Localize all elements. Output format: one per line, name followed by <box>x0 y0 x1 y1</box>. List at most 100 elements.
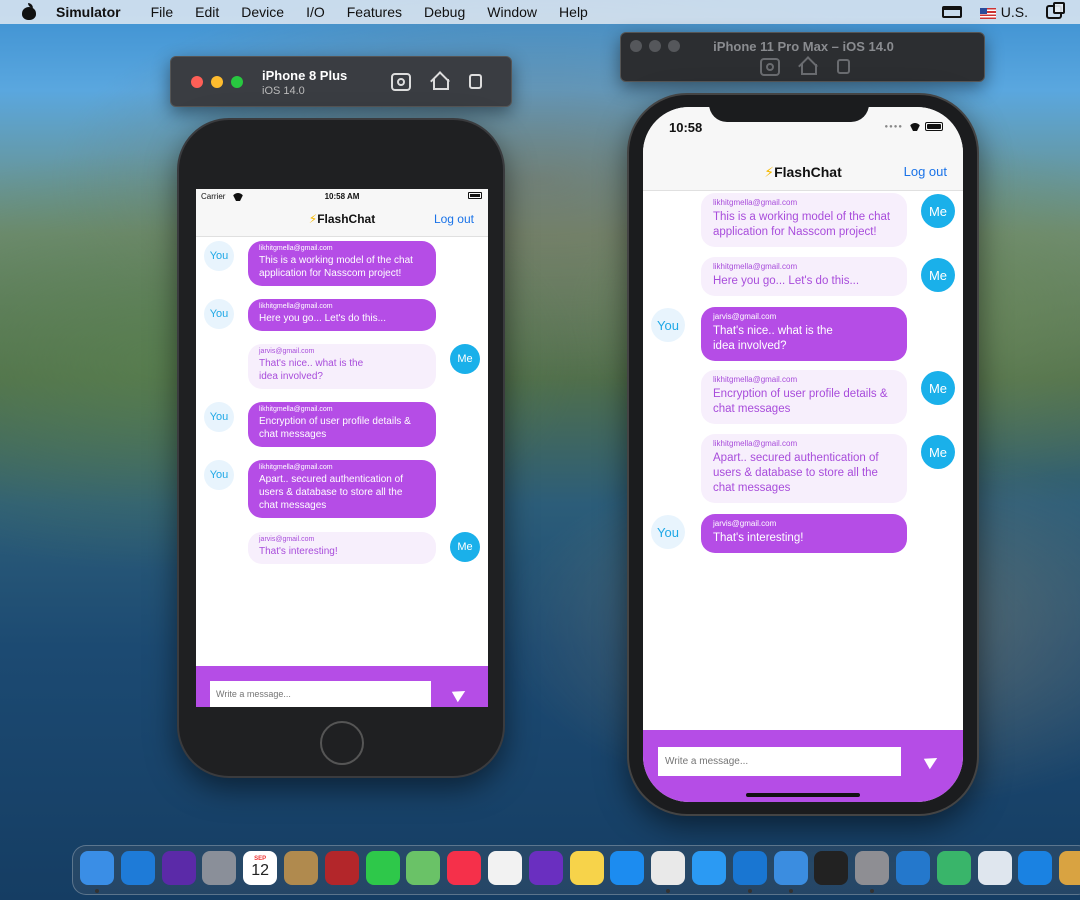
avatar-you: You <box>204 460 234 490</box>
message-text: That's interesting! <box>259 546 338 557</box>
bluetooth-icon[interactable] <box>120 851 155 885</box>
menu-io[interactable]: I/O <box>306 4 325 20</box>
app-store-icon[interactable] <box>610 851 645 885</box>
apple-menu-icon[interactable] <box>22 3 36 20</box>
finder-window-icon[interactable] <box>1059 851 1080 885</box>
nav-bar: ⚡FlashChat Log out <box>196 203 488 237</box>
bolt-icon: ⚡ <box>764 164 775 180</box>
notch <box>709 95 869 122</box>
message-bubble[interactable]: jarvis@gmail.com That's nice.. what is th… <box>248 344 436 389</box>
contacts-icon[interactable] <box>284 851 318 885</box>
safari-icon[interactable] <box>692 851 726 885</box>
message-bubble[interactable]: jarvis@gmail.com That's interesting! <box>248 532 436 564</box>
message-text: Apart.. secured authentication of users … <box>259 474 403 511</box>
menu-extras: U.S. <box>941 0 1080 24</box>
status-time: 10:58 AM <box>324 192 360 201</box>
message-bubble[interactable]: jarvis@gmail.com That's nice.. what is th… <box>701 307 907 361</box>
menu-window[interactable]: Window <box>487 4 537 20</box>
rotate-icon[interactable] <box>469 74 482 89</box>
xcode-beta-icon[interactable] <box>773 851 808 885</box>
control-center-icon[interactable] <box>1046 2 1065 19</box>
app-title-text: FlashChat <box>774 164 842 180</box>
message-text: Apart.. secured authentication of users … <box>713 452 879 494</box>
bolt-icon: ⚡ <box>308 212 318 226</box>
rotate-icon[interactable] <box>837 59 850 74</box>
menu-device[interactable]: Device <box>241 4 284 20</box>
avatar-me: Me <box>921 435 955 469</box>
message-bubble[interactable]: likhitgmella@gmail.com Encryption of user… <box>701 370 907 424</box>
send-icon[interactable] <box>923 752 941 770</box>
input-source-menu[interactable]: U.S. <box>979 4 1028 20</box>
notes-icon[interactable] <box>569 851 604 885</box>
home-icon[interactable] <box>429 71 449 90</box>
menu-file[interactable]: File <box>151 4 174 20</box>
message-bubble[interactable]: likhitgmella@gmail.com Here you go... Let… <box>248 299 436 331</box>
avatar-me: Me <box>921 194 955 228</box>
simulator-device-title: iPhone 11 Pro Max – iOS 14.0 <box>713 39 894 54</box>
imovie-icon[interactable] <box>528 851 563 885</box>
chrome-icon[interactable] <box>651 851 686 885</box>
avatar-you: You <box>204 402 234 432</box>
message-bubble[interactable]: likhitgmella@gmail.com Apart.. secured au… <box>248 460 436 518</box>
message-input[interactable] <box>210 681 431 707</box>
menu-help[interactable]: Help <box>559 4 588 20</box>
menu-edit[interactable]: Edit <box>195 4 219 20</box>
close-window-button[interactable] <box>191 76 203 88</box>
vscode-icon[interactable] <box>896 851 930 885</box>
wifi-icon <box>909 123 921 131</box>
launchpad-icon[interactable] <box>202 851 237 885</box>
calendar-icon[interactable]: SEP 12 <box>243 851 278 885</box>
running-indicator <box>788 889 793 893</box>
photos-icon[interactable] <box>488 851 522 885</box>
message-text: That's nice.. what is the idea involved? <box>259 358 364 382</box>
terminal-icon[interactable] <box>814 851 849 885</box>
message-bubble[interactable]: jarvis@gmail.com That's interesting! <box>701 514 907 553</box>
simulator-toolbar-iphone11[interactable]: iPhone 11 Pro Max – iOS 14.0 <box>620 32 985 82</box>
facetime-icon[interactable] <box>365 851 400 885</box>
iphone11-device-frame: 10:58 ●●●● ⚡FlashChat Log out Me likhitgm… <box>627 93 979 816</box>
logout-button[interactable]: Log out <box>434 212 474 226</box>
message-sender: jarvis@gmail.com <box>259 348 315 355</box>
minimize-window-button[interactable] <box>211 76 223 88</box>
message-sender: likhitgmella@gmail.com <box>259 303 333 310</box>
message-sender: likhitgmella@gmail.com <box>713 198 798 207</box>
message-bubble[interactable]: likhitgmella@gmail.com Encryption of user… <box>248 402 436 447</box>
preview-icon[interactable] <box>977 851 1012 885</box>
status-time: 10:58 <box>669 120 703 135</box>
keynote-icon[interactable] <box>1018 851 1053 885</box>
input-source-label: U.S. <box>1000 4 1028 20</box>
dictionary-icon[interactable] <box>324 851 359 885</box>
message-text: This is a working model of the chat appl… <box>259 255 413 279</box>
home-indicator[interactable] <box>746 793 860 797</box>
avatar-me: Me <box>921 258 955 292</box>
music-icon[interactable] <box>447 851 482 885</box>
system-preferences-icon[interactable] <box>855 851 890 885</box>
home-icon[interactable] <box>797 56 817 75</box>
screenshot-icon[interactable] <box>391 73 411 91</box>
logout-button[interactable]: Log out <box>904 164 947 179</box>
xcode-icon[interactable] <box>732 851 767 885</box>
zoom-window-button[interactable] <box>231 76 243 88</box>
message-bubble[interactable]: likhitgmella@gmail.com This is a working … <box>701 193 907 247</box>
running-indicator <box>95 889 99 893</box>
siri-icon[interactable] <box>161 851 196 885</box>
simulator-toolbar-iphone8[interactable]: iPhone 8 Plus iOS 14.0 <box>170 56 512 107</box>
message-bubble[interactable]: likhitgmella@gmail.com Here you go... Let… <box>701 257 907 296</box>
message-bubble[interactable]: likhitgmella@gmail.com This is a working … <box>248 241 436 286</box>
menu-debug[interactable]: Debug <box>424 4 465 20</box>
message-input-bar <box>643 730 963 802</box>
message-bubble[interactable]: likhitgmella@gmail.com Apart.. secured au… <box>701 434 907 503</box>
message-input[interactable] <box>658 747 901 776</box>
menu-features[interactable]: Features <box>347 4 402 20</box>
keyboard-icon[interactable] <box>941 6 962 18</box>
message-sender: jarvis@gmail.com <box>259 536 315 543</box>
iphone11-screen: 10:58 ●●●● ⚡FlashChat Log out Me likhitgm… <box>643 107 963 802</box>
home-button[interactable] <box>320 721 364 765</box>
finder-icon[interactable] <box>80 851 114 885</box>
send-icon[interactable] <box>451 685 469 703</box>
menu-app-name[interactable]: Simulator <box>56 4 121 20</box>
maps-icon[interactable] <box>406 851 441 885</box>
atom-icon[interactable] <box>936 851 971 885</box>
screenshot-icon[interactable] <box>760 58 780 76</box>
status-bar: Carrier 10:58 AM <box>196 189 488 203</box>
